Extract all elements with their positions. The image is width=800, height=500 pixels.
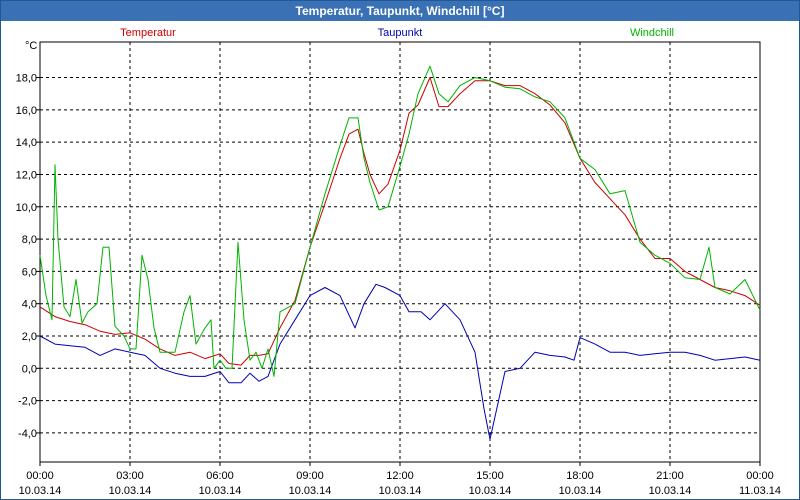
x-tick-date-label: 10.03.14 <box>559 485 602 497</box>
x-tick-date-label: 10.03.14 <box>649 485 692 497</box>
series-line-windchill <box>39 65 761 377</box>
x-tick-time-label: 12:00 <box>386 470 414 482</box>
x-tick-date-label: 10.03.14 <box>469 485 512 497</box>
y-tick-label: 8,0 <box>22 234 37 246</box>
x-tick-date-label: 10.03.14 <box>379 485 422 497</box>
x-tick-time-label: 21:00 <box>656 470 684 482</box>
x-tick-date-label: 10.03.14 <box>109 485 152 497</box>
y-tick-label: 12,0 <box>16 169 37 181</box>
line-chart: -4,0 -2,0 0,0 2,0 4,0 6,0 8,0 10,0 12,0 14,0 16,0 1… <box>16 27 781 497</box>
y-tick-label: -4,0 <box>18 428 37 440</box>
x-tick-time-label: 18:00 <box>566 470 594 482</box>
y-tick-label: 18,0 <box>16 73 37 85</box>
x-tick-time-label: 06:00 <box>206 470 234 482</box>
y-tick-label: 10,0 <box>16 202 37 214</box>
y-tick-label: 2,0 <box>22 331 37 343</box>
y-tick-label: 16,0 <box>16 105 37 117</box>
x-tick-date-label: 10.03.14 <box>19 485 62 497</box>
x-tick-time-label: 00:00 <box>26 470 54 482</box>
y-tick-label: 6,0 <box>22 266 37 278</box>
x-tick-date-label: 11.03.14 <box>739 485 781 497</box>
legend-windchill: Windchill <box>630 27 674 39</box>
x-tick-time-label: 00:00 <box>746 470 774 482</box>
legend: Temperatur Taupunkt Windchill <box>120 27 674 39</box>
y-tick-label: -2,0 <box>18 396 37 408</box>
y-tick-label: 4,0 <box>22 299 37 311</box>
legend-taupunkt: Taupunkt <box>378 27 423 39</box>
y-tick-label: 14,0 <box>16 137 37 149</box>
x-tick-time-label: 03:00 <box>116 470 144 482</box>
y-axis-label: °C <box>25 40 37 52</box>
x-tick-date-label: 10.03.14 <box>289 485 332 497</box>
x-tick-time-label: 09:00 <box>296 470 324 482</box>
x-tick-time-label: 15:00 <box>476 470 504 482</box>
x-tick-date-label: 10.03.14 <box>199 485 242 497</box>
y-tick-label: 0,0 <box>22 363 37 375</box>
legend-temperatur: Temperatur <box>120 27 176 39</box>
